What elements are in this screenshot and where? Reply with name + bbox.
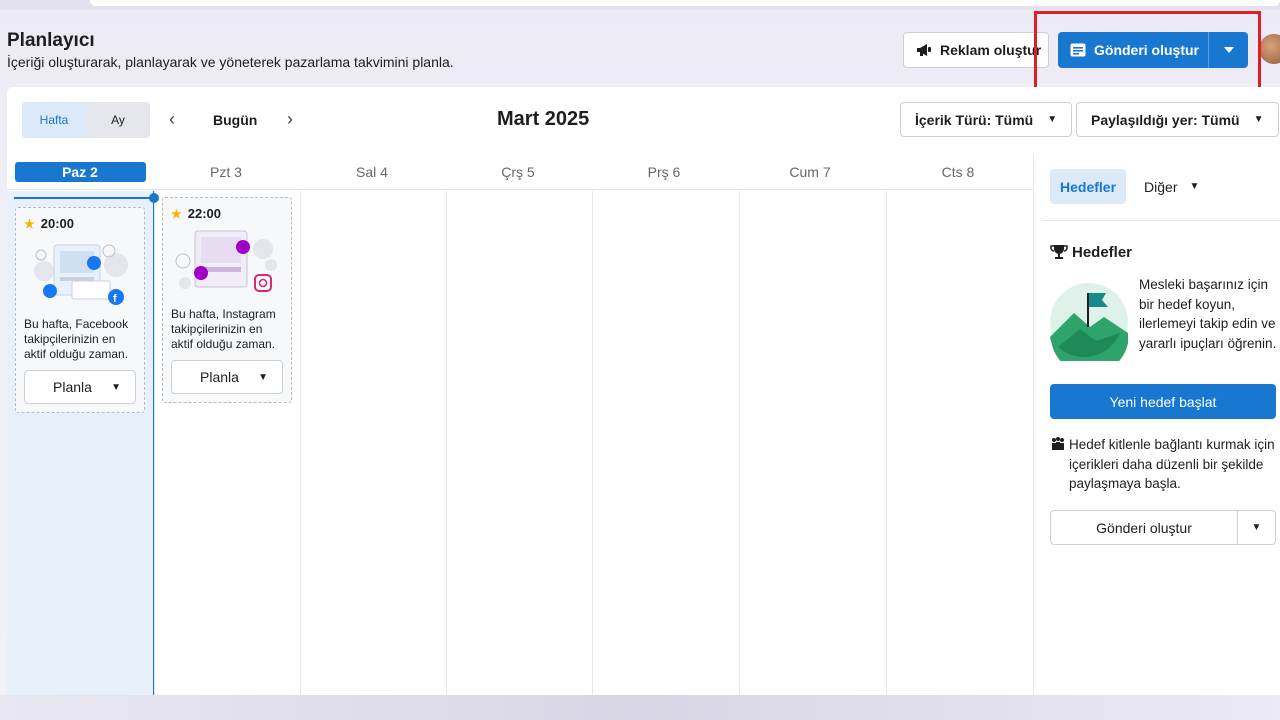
day-header-4[interactable]: Prş 6 [591,154,737,190]
chevron-left-icon[interactable]: ‹ [169,109,175,130]
create-ad-button[interactable]: Reklam oluştur [903,32,1049,68]
start-goal-button[interactable]: Yeni hedef başlat [1050,384,1276,419]
tab-goals[interactable]: Hedefler [1050,169,1127,204]
caret-down-icon: ▼ [1189,181,1200,192]
tab-other[interactable]: Diğer ▼ [1134,169,1209,204]
schedule-button[interactable]: Planla ▼ [24,370,136,404]
trophy-icon [1050,245,1068,259]
day-header-5[interactable]: Cum 7 [737,154,883,190]
sidebar-tabs: Hedefler Diğer ▼ [1050,169,1209,204]
card-message: Bu hafta, Instagram takipçilerinizin en … [171,307,276,351]
card-message: Bu hafta, Facebook takipçilerinizin en a… [24,317,129,361]
sparkle-icon: ★ [24,216,35,231]
caret-down-icon: ▼ [111,381,121,393]
day-header-3[interactable]: Çrş 5 [445,154,591,190]
content-type-filter[interactable]: İçerik Türü: Tümü ▼ [900,102,1073,137]
chevron-right-icon[interactable]: › [287,109,293,130]
goals-sidebar: Hedefler Diğer ▼ Hedefler Mesleki başarı… [1033,154,1280,695]
facebook-illustration: f [24,237,136,313]
view-toggle: Hafta Ay [22,102,150,138]
day-header-1[interactable]: Pzt 3 [153,154,299,190]
caret-down-icon: ▼ [258,371,268,383]
schedule-label: Planla [53,379,92,395]
instagram-illustration [171,227,283,303]
caret-down-icon: ▼ [1047,114,1058,125]
suggested-time-card: ★ 20:00 f Bu hafta, Facebook takipçileri… [15,207,145,413]
avatar[interactable] [1259,34,1280,64]
card-time-row: ★ 22:00 [171,206,283,221]
placement-label: Paylaşıldığı yer: Tümü [1091,111,1240,128]
goals-description: Mesleki başarınız için bir hedef koyun, … [1139,277,1277,351]
goal-flag-illustration [1050,283,1128,375]
goals-heading-row: Hedefler [1050,243,1132,261]
sidebar-create-post-button[interactable]: Gönderi oluştur ▼ [1050,510,1276,545]
page-subtitle: İçeriği oluşturarak, planlayarak ve yöne… [7,54,454,70]
sparkle-icon: ★ [171,206,182,221]
view-week-tab[interactable]: Hafta [22,102,86,138]
view-month-tab[interactable]: Ay [86,102,150,138]
month-title: Mart 2025 [497,108,590,130]
day-header-2[interactable]: Sal 4 [299,154,445,190]
placement-filter[interactable]: Paylaşıldığı yer: Tümü ▼ [1076,102,1279,137]
suggested-time-card: ★ 22:00 Bu hafta, Instagram takipçilerin… [162,197,292,403]
day-column-2[interactable] [300,191,446,695]
day-column-5[interactable] [739,191,886,695]
page-title: Planlayıcı [7,30,95,51]
taskbar-strip [0,695,1280,720]
schedule-button[interactable]: Planla ▼ [171,360,283,394]
goals-heading: Hedefler [1072,243,1133,261]
day-header-6[interactable]: Cts 8 [883,154,1033,190]
today-button[interactable]: Bugün [213,112,257,128]
card-time: 20:00 [40,216,75,231]
day-header-0[interactable]: Paz 2 [7,154,153,190]
browser-top-strip [0,0,1280,10]
day-header-row: Paz 2 Pzt 3 Sal 4 Çrş 5 Prş 6 Cum 7 Cts … [7,154,1033,190]
caret-down-icon: ▼ [1253,114,1264,125]
create-ad-label: Reklam oluştur [940,42,1042,58]
card-time-row: ★ 20:00 [24,216,136,231]
megaphone-icon [917,44,931,56]
sidebar-create-post-label[interactable]: Gönderi oluştur [1051,511,1237,544]
address-bar[interactable] [90,0,1280,6]
card-time: 22:00 [187,206,222,221]
divider [1042,220,1280,221]
svg-text:f: f [113,293,117,305]
schedule-label: Planla [200,369,239,385]
day-column-4[interactable] [592,191,739,695]
planner-panel: Hafta Ay ‹ Bugün › Mart 2025 İçerik Türü… [7,87,1280,695]
caret-down-icon[interactable]: ▼ [1237,511,1275,544]
current-time-dot [149,193,159,203]
day-column-6[interactable] [886,191,1033,695]
audience-description: Hedef kitlenle bağlantı kurmak için içer… [1069,437,1275,491]
day-column-3[interactable] [446,191,592,695]
current-time-line [14,197,154,199]
tab-other-label: Diğer [1144,178,1178,195]
content-type-label: İçerik Türü: Tümü [915,111,1034,128]
